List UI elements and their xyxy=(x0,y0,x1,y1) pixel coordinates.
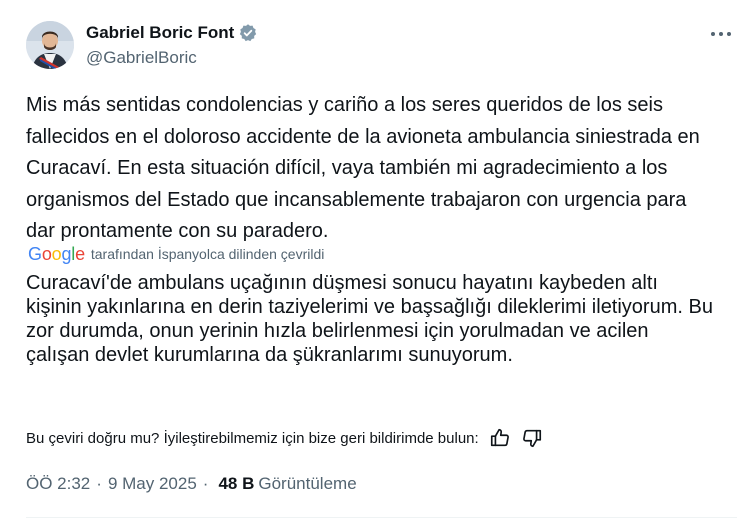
more-horizontal-icon[interactable] xyxy=(706,24,736,44)
author-name-row: Gabriel Boric Font xyxy=(86,22,258,44)
author-handle[interactable]: @GabrielBoric xyxy=(86,48,197,68)
tweet-date[interactable]: 9 May 2025 xyxy=(108,474,197,494)
author-display-name[interactable]: Gabriel Boric Font xyxy=(86,23,234,43)
tweet-text: Mis más sentidas condolencias y cariño a… xyxy=(26,94,700,242)
thumbs-up-icon[interactable] xyxy=(489,427,511,449)
translated-text: Curacaví'de ambulans uçağının düşmesi so… xyxy=(26,272,713,366)
author-avatar[interactable] xyxy=(26,21,74,69)
verified-badge-icon[interactable] xyxy=(238,23,258,43)
views-count[interactable]: 48 B xyxy=(218,474,254,494)
translation-feedback: Bu çeviri doğru mu? İyileştirebilmemiz i… xyxy=(26,427,543,449)
tweet-meta: ÖÖ 2:32 · 9 May 2025 · 48 B Görüntüleme xyxy=(26,474,357,494)
translation-attribution[interactable]: Google tarafından İspanyolca dilinden çe… xyxy=(28,244,324,264)
divider xyxy=(26,517,737,518)
google-logo: Google xyxy=(28,243,85,264)
translation-note: tarafından İspanyolca dilinden çevrildi xyxy=(90,246,325,262)
meta-separator: · xyxy=(202,474,209,493)
meta-separator: · xyxy=(96,474,102,493)
feedback-question: Bu çeviri doğru mu? İyileştirebilmemiz i… xyxy=(26,429,479,447)
avatar-image xyxy=(26,21,74,69)
tweet-time[interactable]: ÖÖ 2:32 xyxy=(26,474,90,494)
views-label: Görüntüleme xyxy=(258,474,357,493)
thumbs-down-icon[interactable] xyxy=(521,427,543,449)
